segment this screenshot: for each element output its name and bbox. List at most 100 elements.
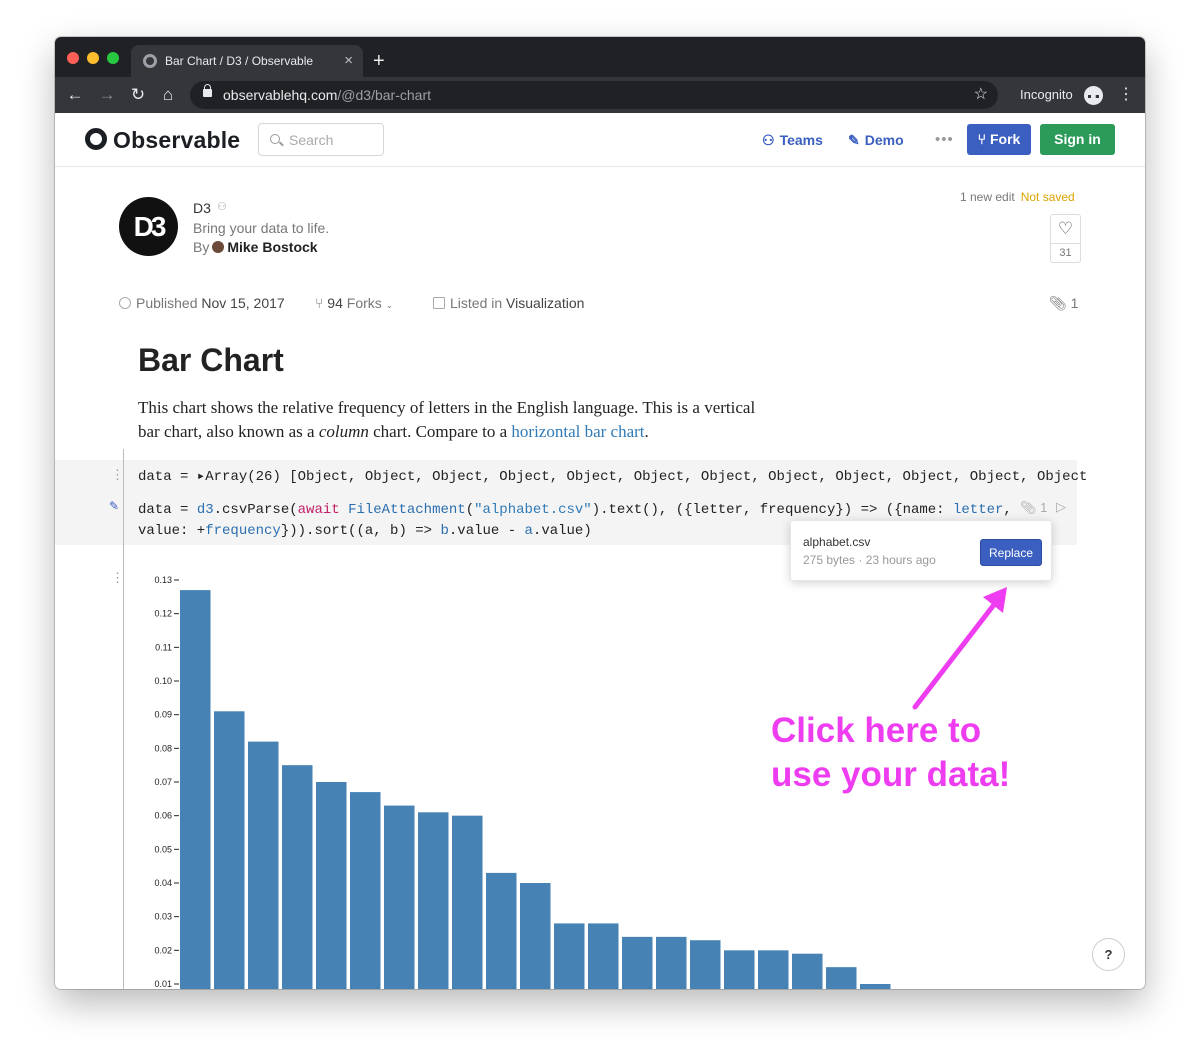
minimize-window-button[interactable] xyxy=(87,52,99,64)
org-avatar[interactable]: D3 xyxy=(119,197,178,256)
annotation-text: Click here to use your data! xyxy=(771,711,1011,794)
chart-cell-menu-icon[interactable]: ⋮ xyxy=(111,571,124,584)
bar-L xyxy=(520,883,551,989)
cell-menu-icon[interactable]: ⋮ xyxy=(111,468,124,481)
team-icon: ⚇ xyxy=(217,201,227,213)
home-icon[interactable]: ⌂ xyxy=(157,77,179,113)
notebook-meta: Published Nov 15, 2017 ⑂ 94 Forks ⌄ List… xyxy=(119,295,1079,315)
globe-icon xyxy=(119,297,131,309)
search-icon xyxy=(270,134,280,144)
y-axis-tick-label: 0.12 xyxy=(154,609,172,619)
search-input[interactable] xyxy=(289,124,379,155)
annotation-arrow xyxy=(912,587,1007,710)
tab-title: Bar Chart / D3 / Observable xyxy=(165,54,314,68)
y-axis-tick-label: 0.10 xyxy=(154,676,172,686)
cell-attachment-button[interactable]: 📎︎ 1 xyxy=(1020,500,1047,516)
bar-O xyxy=(282,765,313,989)
bar-I xyxy=(316,782,347,989)
collection-icon xyxy=(433,297,445,309)
org-tagline: Bring your data to life. xyxy=(193,220,330,236)
forward-icon[interactable]: → xyxy=(96,77,118,113)
y-axis-tick-label: 0.02 xyxy=(154,945,172,955)
bar-G xyxy=(724,950,755,989)
intro-paragraph: This chart shows the relative frequency … xyxy=(138,398,756,441)
attachment-file-meta: 275 bytes · 23 hours ago xyxy=(803,553,936,567)
y-axis-tick-label: 0.11 xyxy=(155,642,172,652)
like-count: 31 xyxy=(1059,247,1072,259)
replace-button[interactable]: Replace xyxy=(980,539,1042,566)
attachments-button[interactable]: 📎︎ 1 xyxy=(1049,295,1078,312)
teams-icon: ⚇ xyxy=(762,132,775,148)
bookmark-star-icon[interactable]: ☆ xyxy=(974,81,988,109)
save-status: Not saved xyxy=(1020,190,1075,204)
y-axis-tick-label: 0.13 xyxy=(154,575,172,585)
bar-N xyxy=(350,792,381,989)
run-cell-icon[interactable]: ▷ xyxy=(1056,499,1066,515)
org-name-link[interactable]: D3 xyxy=(193,200,211,216)
bar-C xyxy=(554,923,585,989)
bar-P xyxy=(792,953,823,989)
search-box[interactable] xyxy=(258,123,384,156)
y-axis-tick-label: 0.06 xyxy=(154,811,172,821)
browser-menu-icon[interactable]: ⋮ xyxy=(1118,77,1134,113)
reload-icon[interactable]: ↻ xyxy=(127,77,149,113)
fork-icon: ⑂ xyxy=(315,295,328,311)
y-axis-tick-label: 0.01 xyxy=(154,979,172,989)
tab-close-icon[interactable]: × xyxy=(344,45,353,77)
y-axis-tick-label: 0.04 xyxy=(154,878,172,888)
paperclip-icon: 📎︎ xyxy=(1049,295,1067,311)
bar-A xyxy=(248,741,279,989)
fork-icon: ⑂ xyxy=(977,131,990,147)
y-axis-tick-label: 0.09 xyxy=(154,710,172,720)
heart-icon: ♡ xyxy=(1051,215,1080,244)
more-menu-button[interactable]: ••• xyxy=(935,113,954,167)
fork-button[interactable]: ⑂ Fork xyxy=(967,124,1031,155)
bar-R xyxy=(452,815,483,989)
bar-M xyxy=(622,936,653,989)
lock-icon xyxy=(203,84,212,97)
y-axis-tick-label: 0.05 xyxy=(154,844,172,854)
y-axis-tick-label: 0.08 xyxy=(154,743,172,753)
y-axis-tick-label: 0.03 xyxy=(154,912,172,922)
incognito-label: Incognito xyxy=(1020,87,1073,102)
data-output[interactable]: data = ▸Array(26) [Object, Object, Objec… xyxy=(138,468,1087,485)
author-avatar xyxy=(212,241,225,253)
observable-logo-icon xyxy=(85,128,107,150)
bar-E xyxy=(180,590,211,989)
edit-status: 1 new edit Not saved xyxy=(960,190,1075,204)
demo-link[interactable]: ✎ Demo xyxy=(848,113,904,167)
bar-W xyxy=(656,936,687,989)
teams-link[interactable]: ⚇ Teams xyxy=(762,113,823,167)
bar-Y xyxy=(758,950,789,989)
browser-tab[interactable]: Bar Chart / D3 / Observable × xyxy=(131,45,363,77)
observable-header: Observable ⚇Teams ✎Demo ••• ⑂ Fork Sign … xyxy=(55,113,1145,167)
new-tab-button[interactable]: + xyxy=(373,45,385,77)
back-icon[interactable]: ← xyxy=(64,77,86,113)
address-bar[interactable]: observablehq.com/@d3/bar-chart ☆ xyxy=(190,81,998,109)
forks-dropdown[interactable]: ⑂ 94 Forks ⌄ xyxy=(315,295,393,311)
bar-F xyxy=(690,940,721,989)
bar-U xyxy=(588,923,619,989)
page-title: Bar Chart xyxy=(138,342,284,378)
cell-focus-bar xyxy=(123,449,124,989)
logo-text: Observable xyxy=(113,127,241,153)
browser-window: Bar Chart / D3 / Observable × + ← → ↻ ⌂ … xyxy=(55,37,1145,989)
author-link[interactable]: Mike Bostock xyxy=(227,239,317,255)
maximize-window-button[interactable] xyxy=(107,52,119,64)
bar-H xyxy=(418,812,449,989)
close-window-button[interactable] xyxy=(67,52,79,64)
observable-favicon-icon xyxy=(143,54,157,68)
help-button[interactable]: ? xyxy=(1092,938,1125,971)
pin-icon[interactable]: ✎ xyxy=(109,499,119,513)
bar-V xyxy=(860,984,891,989)
bar-B xyxy=(826,967,857,989)
sign-in-button[interactable]: Sign in xyxy=(1040,124,1115,155)
horizontal-bar-chart-link[interactable]: horizontal bar chart xyxy=(511,422,644,441)
listed-in-info[interactable]: Listed in Visualization xyxy=(433,295,584,311)
edit-icon: ✎ xyxy=(848,132,860,148)
bar-T xyxy=(214,711,245,989)
published-info: Published Nov 15, 2017 xyxy=(119,295,285,311)
like-button[interactable]: ♡ 31 xyxy=(1050,214,1081,263)
y-axis-tick-label: 0.07 xyxy=(154,777,172,787)
incognito-icon[interactable] xyxy=(1084,86,1103,105)
